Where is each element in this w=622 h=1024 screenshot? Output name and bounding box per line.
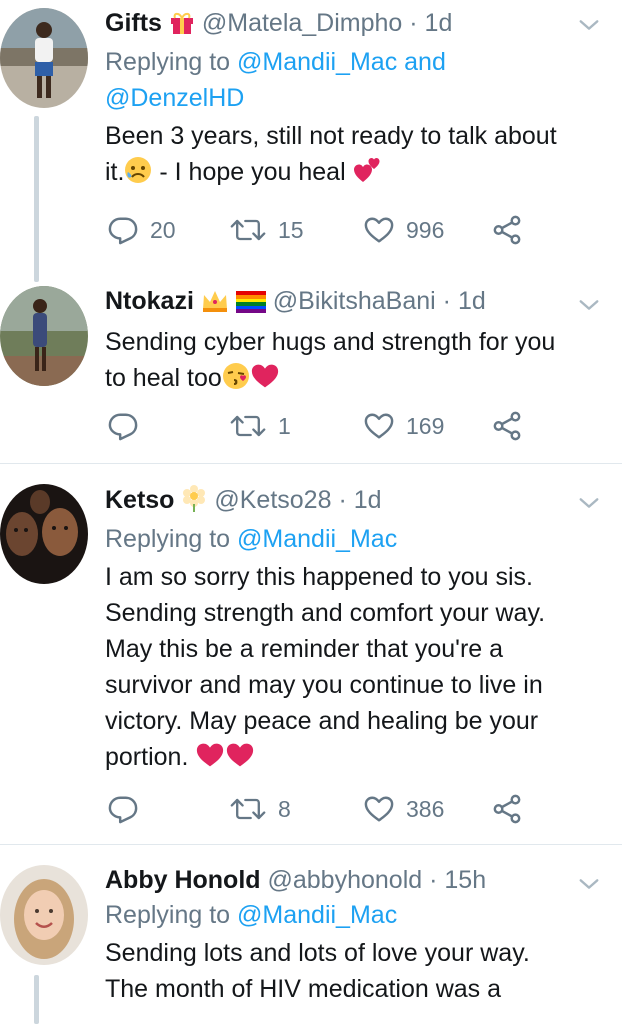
replying-to-label: Replying to xyxy=(105,48,231,76)
tweet-text-line: Sending strength and comfort your way. xyxy=(105,599,546,627)
thread-line xyxy=(34,116,39,282)
mention-link[interactable]: @Mandii_Mac xyxy=(237,48,397,76)
reply-count: 20 xyxy=(150,216,176,243)
retweet-button[interactable]: 15 xyxy=(230,212,304,248)
tweet-text-line: Sending cyber hugs and strength for you xyxy=(105,328,556,356)
mention-link[interactable]: and xyxy=(404,48,446,76)
display-name[interactable]: Gifts xyxy=(105,9,162,37)
user-handle[interactable]: @Ketso28 xyxy=(214,486,331,514)
share-icon xyxy=(492,794,522,824)
replying-to-label: Replying to xyxy=(105,525,231,553)
display-name[interactable]: Abby Honold xyxy=(105,866,261,894)
tweet-text-line: survivor and may you continue to live in xyxy=(105,671,543,699)
tweet-ntokazi[interactable]: Ntokazi @BikitshaBani · 1d Sending cyber… xyxy=(0,282,622,464)
like-icon xyxy=(364,215,394,245)
tweet-text-line: I am so sorry this happened to you sis. xyxy=(105,563,533,591)
tweet-text-line: - I hope you heal xyxy=(152,158,346,186)
timestamp: · 1d xyxy=(409,9,453,37)
share-icon xyxy=(492,215,522,245)
retweet-button[interactable]: 8 xyxy=(230,791,291,827)
avatar[interactable] xyxy=(0,865,88,965)
avatar[interactable] xyxy=(0,484,88,584)
retweet-icon xyxy=(230,794,266,824)
like-button[interactable]: 169 xyxy=(364,408,444,444)
tweet-text-line: to heal too xyxy=(105,364,222,392)
timestamp: · 1d xyxy=(338,486,382,514)
reply-icon xyxy=(108,215,138,245)
mention-link[interactable]: @Mandii_Mac xyxy=(237,901,397,929)
retweet-count: 1 xyxy=(278,412,291,439)
rainbow-flag-icon xyxy=(235,290,266,320)
avatar[interactable] xyxy=(0,8,88,108)
tweet-text-line: it. xyxy=(105,158,125,186)
replying-to-label: Replying to xyxy=(105,901,231,929)
share-button[interactable] xyxy=(492,212,522,248)
gift-icon xyxy=(169,9,195,42)
reply-icon xyxy=(108,411,138,441)
red-heart-icon xyxy=(195,741,225,779)
display-name[interactable]: Ntokazi xyxy=(105,287,194,315)
red-heart-icon xyxy=(225,741,255,779)
like-icon xyxy=(364,794,394,824)
mention-link[interactable]: @Mandii_Mac xyxy=(237,525,397,553)
user-handle[interactable]: @BikitshaBani xyxy=(273,287,436,315)
user-handle[interactable]: @abbyhonold xyxy=(267,866,422,894)
reply-icon xyxy=(108,794,138,824)
reply-button[interactable]: 20 xyxy=(108,212,176,248)
sad-face-icon xyxy=(124,156,152,194)
tweet-gifts[interactable]: Gifts @Matela_Dimpho · 1d Replying to @M… xyxy=(0,0,622,282)
red-heart-icon xyxy=(250,362,280,400)
tweet-ketso[interactable]: Ketso @Ketso28 · 1d Replying to @Mandii_… xyxy=(0,464,622,845)
tweet-text-line: victory. May peace and healing be your xyxy=(105,707,539,735)
two-hearts-icon xyxy=(353,156,383,194)
chevron-down-icon[interactable] xyxy=(578,294,600,316)
chevron-down-icon[interactable] xyxy=(578,873,600,895)
tweet-text-line: Sending lots and lots of love your way. xyxy=(105,939,530,967)
retweet-icon xyxy=(230,411,266,441)
display-name[interactable]: Ketso xyxy=(105,486,174,514)
timestamp: · 15h xyxy=(429,866,487,894)
mention-link[interactable]: @DenzelHD xyxy=(105,84,244,112)
chevron-down-icon[interactable] xyxy=(578,492,600,514)
tweet-abby-honold[interactable]: Abby Honold @abbyhonold · 15h Replying t… xyxy=(0,845,622,1024)
like-count: 169 xyxy=(406,412,445,439)
tweet-text: Sending cyber hugs and strength for you … xyxy=(105,324,595,400)
reply-button[interactable] xyxy=(108,791,150,827)
tweet-text-line: Been 3 years, still not ready to talk ab… xyxy=(105,122,557,150)
crown-icon xyxy=(201,289,229,320)
tweet-text-line: portion. xyxy=(105,743,189,771)
share-icon xyxy=(492,411,522,441)
avatar[interactable] xyxy=(0,286,88,386)
tweet-text-line: The month of HIV medication was a xyxy=(105,975,502,1003)
reply-button[interactable] xyxy=(108,408,150,444)
thread-line xyxy=(34,975,39,1024)
like-icon xyxy=(364,411,394,441)
timestamp: · 1d xyxy=(442,287,486,315)
like-button[interactable]: 996 xyxy=(364,212,444,248)
kiss-face-icon xyxy=(222,362,250,400)
share-button[interactable] xyxy=(492,408,522,444)
tweet-text: I am so sorry this happened to you sis. … xyxy=(105,559,595,779)
share-button[interactable] xyxy=(492,791,522,827)
chevron-down-icon[interactable] xyxy=(578,14,600,36)
user-handle[interactable]: @Matela_Dimpho xyxy=(202,9,402,37)
tweet-text: Been 3 years, still not ready to talk ab… xyxy=(105,118,595,194)
tweet-text-line: May this be a reminder that you're a xyxy=(105,635,504,663)
tweet-text: Sending lots and lots of love your way. … xyxy=(105,935,595,1007)
like-count: 996 xyxy=(406,216,445,243)
retweet-count: 8 xyxy=(278,795,291,822)
retweet-count: 15 xyxy=(278,216,304,243)
retweet-button[interactable]: 1 xyxy=(230,408,291,444)
like-button[interactable]: 386 xyxy=(364,791,444,827)
retweet-icon xyxy=(230,215,266,245)
flower-icon xyxy=(181,484,207,519)
like-count: 386 xyxy=(406,795,445,822)
